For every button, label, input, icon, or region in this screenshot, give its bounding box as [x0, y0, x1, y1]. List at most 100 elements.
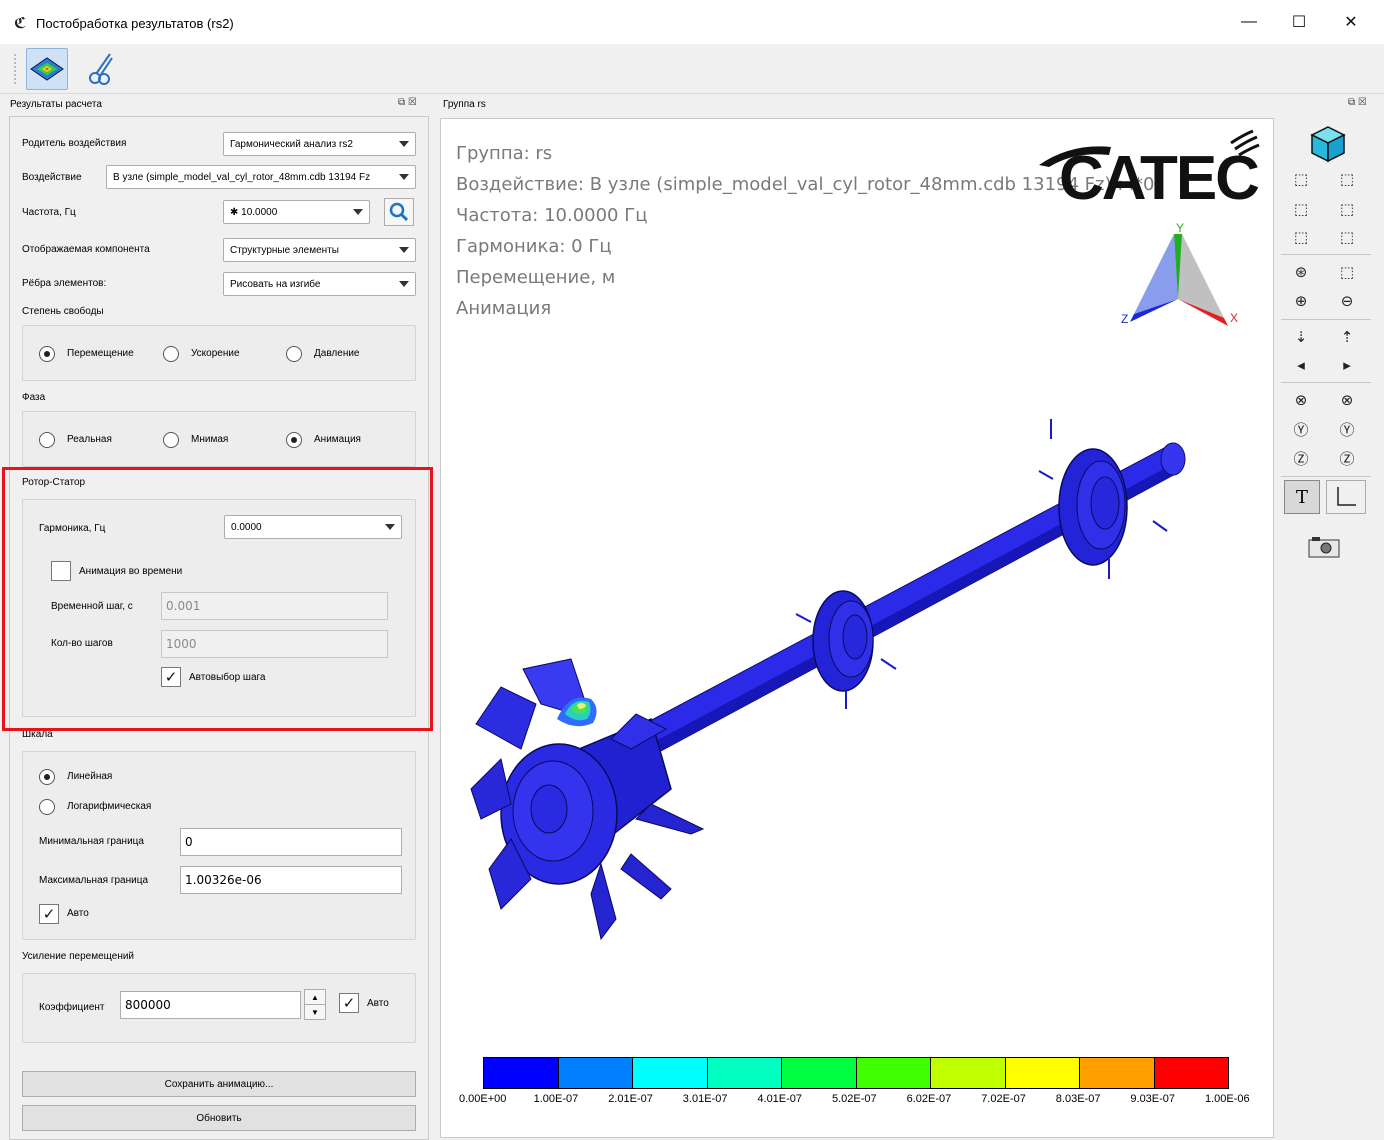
maximize-button[interactable]: ☐ — [1276, 0, 1322, 44]
amplification-group-title: Усиление перемещений — [22, 951, 135, 962]
pan-right-icon[interactable]: ▸ — [1336, 354, 1358, 376]
main-toolbar — [0, 44, 1384, 94]
frequency-combo-value: ✱ 10.0000 — [230, 206, 278, 218]
component-combo[interactable]: Структурные элементы — [223, 238, 416, 262]
load-combo[interactable]: В узле (simple_model_val_cyl_rotor_48mm.… — [106, 165, 416, 189]
spin-up-icon[interactable]: ▲ — [305, 990, 325, 1005]
rotate-z-neg-icon[interactable]: Ⓩ — [1290, 447, 1312, 469]
toolbar-separator — [1281, 254, 1371, 255]
zoom-fit-icon[interactable]: ⊛ — [1290, 261, 1312, 283]
left-dock-controls[interactable]: ⧉ ☒ — [398, 97, 417, 108]
pan-left-icon[interactable]: ◂ — [1290, 354, 1312, 376]
minimize-button[interactable]: — — [1226, 0, 1272, 44]
edges-combo-value: Рисовать на изгибе — [230, 278, 321, 290]
view-top-icon[interactable]: ⬚ — [1290, 226, 1312, 248]
refresh-button[interactable]: Обновить — [22, 1105, 416, 1131]
color-scale-segment — [484, 1058, 558, 1088]
pan-up-icon[interactable]: ⇡ — [1336, 326, 1358, 348]
save-animation-button[interactable]: Сохранить анимацию... — [22, 1071, 416, 1097]
3d-viewport[interactable]: Группа: rs Воздействие: В узле (simple_m… — [440, 118, 1274, 1138]
parent-combo[interactable]: Гармонический анализ rs2 — [223, 132, 416, 156]
min-bound-field[interactable]: 0 — [180, 828, 402, 856]
toolbar-grip[interactable] — [14, 54, 18, 84]
amplification-groupbox: Коэффициент 800000 ▲ ▼ ✓ Авто — [22, 973, 416, 1043]
rotor-model — [470, 419, 1186, 941]
results-view-button[interactable] — [26, 48, 68, 90]
view-left-icon[interactable]: ⬚ — [1290, 198, 1312, 220]
viewport-dock-controls[interactable]: ⧉ ☒ — [1348, 97, 1367, 108]
scale-radio-log[interactable] — [39, 799, 55, 815]
window-title: Постобработка результатов (rs2) — [36, 16, 234, 31]
phase-radio-real[interactable] — [39, 432, 55, 448]
dof-groupbox: Перемещение Ускорение Давление — [22, 325, 416, 381]
axis-z-label: Z — [1121, 312, 1129, 326]
iso-cube-glyph — [1310, 126, 1346, 163]
phase-radio-imaginary[interactable] — [163, 432, 179, 448]
edges-combo[interactable]: Рисовать на изгибе — [223, 272, 416, 296]
view-bottom-icon[interactable]: ⬚ — [1336, 226, 1358, 248]
rotate-y-pos-icon[interactable]: Ⓨ — [1336, 418, 1358, 440]
zoom-in-icon[interactable]: ⊕ — [1290, 290, 1312, 312]
color-scale-label: 3.01E-07 — [682, 1093, 728, 1105]
view-front-icon[interactable]: ⬚ — [1290, 168, 1312, 190]
rotate-y-neg-icon[interactable]: Ⓨ — [1290, 418, 1312, 440]
iso-view-cube-icon[interactable] — [1308, 124, 1348, 164]
view-back-icon[interactable]: ⬚ — [1336, 168, 1358, 190]
color-scale-segment — [855, 1058, 930, 1088]
color-scale-label: 4.01E-07 — [757, 1093, 803, 1105]
frequency-search-button[interactable] — [384, 198, 414, 226]
chevron-down-icon — [353, 209, 363, 215]
color-scale-label: 2.01E-07 — [608, 1093, 653, 1105]
scale-auto-checkbox[interactable]: ✓ — [39, 904, 59, 924]
section-cut-button[interactable] — [80, 48, 122, 90]
chevron-down-icon — [399, 247, 409, 253]
load-label: Воздействие — [22, 172, 82, 183]
info-mode: Анимация — [456, 298, 552, 319]
zoom-out-icon[interactable]: ⊖ — [1336, 290, 1358, 312]
axes-toggle-icon[interactable] — [1326, 480, 1366, 514]
load-combo-value: В узле (simple_model_val_cyl_rotor_48mm.… — [113, 171, 371, 183]
screenshot-camera-icon[interactable] — [1306, 534, 1342, 560]
phase-radio-animation[interactable] — [286, 432, 302, 448]
info-frequency: Частота: 10.0000 Гц — [456, 205, 648, 226]
pan-down-icon[interactable]: ⇣ — [1290, 326, 1312, 348]
rotate-z-pos-icon[interactable]: Ⓩ — [1336, 447, 1358, 469]
text-toggle-icon[interactable]: T — [1284, 480, 1320, 514]
dof-radio-displacement[interactable] — [39, 346, 55, 362]
coef-spinner[interactable]: ▲ ▼ — [304, 989, 326, 1020]
dof-radio-acceleration[interactable] — [163, 346, 179, 362]
edges-label: Рёбра элементов: — [22, 278, 107, 289]
max-bound-label: Максимальная граница — [39, 875, 149, 886]
phase-groupbox: Реальная Мнимая Анимация — [22, 411, 416, 467]
axis-x-label: X — [1230, 311, 1239, 325]
max-bound-field[interactable]: 1.00326e-06 — [180, 866, 402, 894]
viewport-dock-title: Группа rs — [443, 99, 486, 110]
window-titlebar: ℭ Постобработка результатов (rs2) — ☐ ✕ — [0, 0, 1384, 44]
scale-radio-linear[interactable] — [39, 769, 55, 785]
left-dock-title: Результаты расчета — [10, 99, 102, 110]
rotate-x-pos-icon[interactable]: ⊗ — [1336, 389, 1358, 411]
component-combo-value: Структурные элементы — [230, 244, 339, 256]
chevron-down-icon — [399, 281, 409, 287]
phase-option-label: Мнимая — [191, 434, 229, 445]
color-scale-label: 5.02E-07 — [832, 1093, 877, 1105]
spin-down-icon[interactable]: ▼ — [305, 1005, 325, 1019]
scissors-icon — [89, 53, 113, 85]
amplification-auto-checkbox[interactable]: ✓ — [339, 993, 359, 1013]
close-button[interactable]: ✕ — [1328, 0, 1374, 44]
catec-logo-text: CATEC — [1059, 144, 1260, 213]
coef-field[interactable]: 800000 — [120, 991, 301, 1019]
phase-group-title: Фаза — [22, 392, 46, 403]
view-right-icon[interactable]: ⬚ — [1336, 198, 1358, 220]
rotate-x-neg-icon[interactable]: ⊗ — [1290, 389, 1312, 411]
scale-groupbox: Линейная Логарифмическая Минимальная гра… — [22, 751, 416, 940]
camera-glyph — [1308, 537, 1340, 558]
scale-option-label: Логарифмическая — [67, 801, 152, 812]
catec-logo: CATEC — [1031, 125, 1261, 215]
dof-radio-pressure[interactable] — [286, 346, 302, 362]
min-bound-label: Минимальная граница — [39, 836, 144, 847]
phase-option-label: Реальная — [67, 434, 112, 445]
frequency-combo[interactable]: ✱ 10.0000 — [223, 200, 370, 224]
zoom-window-icon[interactable]: ⬚ — [1336, 261, 1358, 283]
color-scale-segment — [1153, 1058, 1228, 1088]
